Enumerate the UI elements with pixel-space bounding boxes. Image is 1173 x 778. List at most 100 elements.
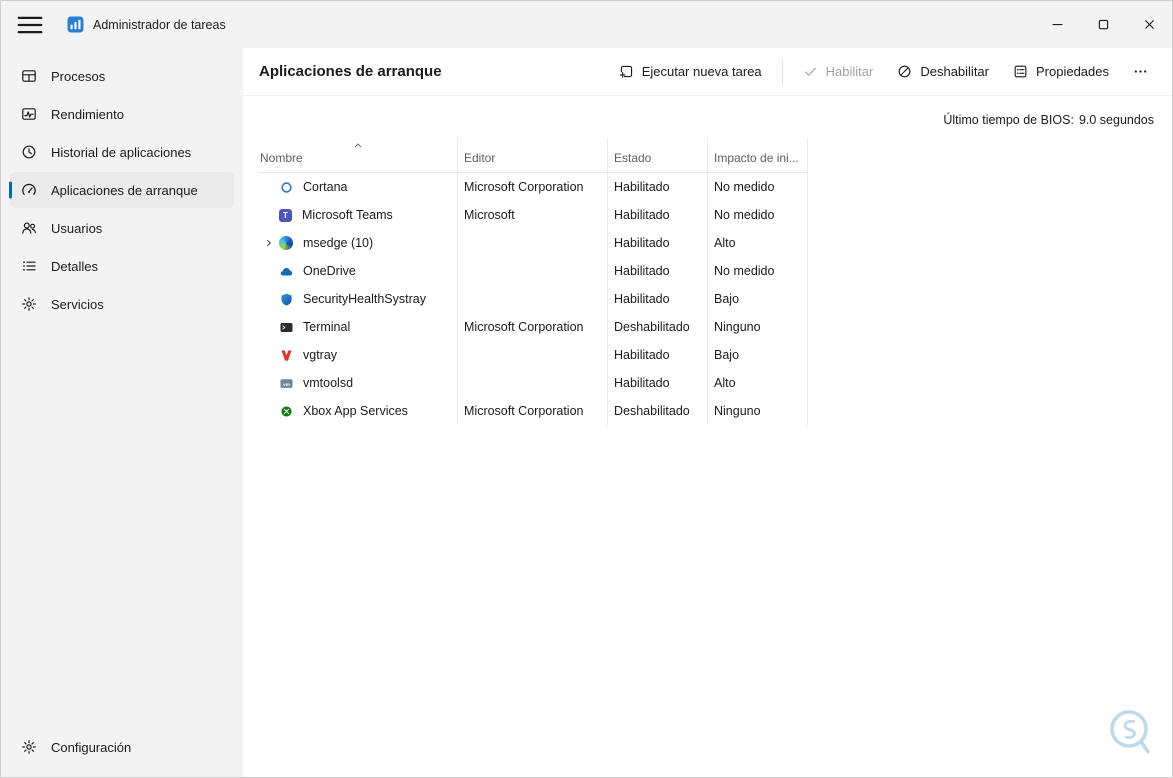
toolbar-button-label: Deshabilitar xyxy=(920,64,989,79)
table-row[interactable]: Xbox App Services Microsoft Corporation De… xyxy=(258,397,808,425)
sidebar-item-detalles[interactable]: Detalles xyxy=(10,248,234,284)
performance-icon xyxy=(21,106,37,122)
status-text: Habilitado xyxy=(614,208,670,222)
impact-text: Bajo xyxy=(714,292,740,306)
table-row[interactable]: SecurityHealthSystray Habilitado Bajo xyxy=(258,285,808,313)
table-row[interactable]: vm vmtoolsd Habilitado Alto xyxy=(258,369,808,397)
sidebar-item-servicios[interactable]: Servicios xyxy=(10,286,234,322)
sidebar-item-label: Configuración xyxy=(51,739,132,755)
cell-name: T Microsoft Teams xyxy=(258,201,458,229)
impact-text: Alto xyxy=(714,236,736,250)
cell-status: Habilitado xyxy=(608,257,708,285)
cell-name: Xbox App Services xyxy=(258,397,458,425)
table-row[interactable]: vgtray Habilitado Bajo xyxy=(258,341,808,369)
column-header-impacto[interactable]: Impacto de ini... xyxy=(708,138,808,172)
column-header-label: Impacto de ini... xyxy=(714,151,799,165)
cortana-icon xyxy=(278,179,294,195)
cell-name: SecurityHealthSystray xyxy=(258,285,458,313)
impact-text: Bajo xyxy=(714,348,740,362)
status-text: Habilitado xyxy=(614,264,670,278)
sidebar-item-label: Servicios xyxy=(51,296,104,312)
task-manager-app-icon xyxy=(67,16,84,33)
table-row[interactable]: Cortana Microsoft Corporation Habilitado No… xyxy=(258,173,808,201)
table-row[interactable]: T Microsoft Teams Microsoft Habilitado No me… xyxy=(258,201,808,229)
minimize-button[interactable] xyxy=(1034,1,1080,48)
disable-button[interactable]: Deshabilitar xyxy=(887,57,999,86)
status-text: Deshabilitado xyxy=(614,320,690,334)
settings-icon xyxy=(21,739,37,755)
maximize-icon xyxy=(1096,17,1111,32)
column-header-nombre[interactable]: Nombre xyxy=(258,138,458,172)
close-icon xyxy=(1142,17,1157,32)
properties-button[interactable]: Propiedades xyxy=(1003,57,1119,86)
cell-impact: Alto xyxy=(708,369,808,397)
app-name: Xbox App Services xyxy=(303,404,408,418)
hamburger-menu-button[interactable] xyxy=(14,10,46,40)
watermark-logo xyxy=(1102,704,1158,767)
column-header-editor[interactable]: Editor xyxy=(458,138,608,172)
maximize-button[interactable] xyxy=(1080,1,1126,48)
cell-name: vgtray xyxy=(258,341,458,369)
table-row[interactable]: OneDrive Habilitado No medido xyxy=(258,257,808,285)
sidebar-item-aplicaciones-de-arranque[interactable]: Aplicaciones de arranque xyxy=(10,172,234,208)
cell-impact: No medido xyxy=(708,173,808,201)
cell-name: vm vmtoolsd xyxy=(258,369,458,397)
column-header-estado[interactable]: Estado xyxy=(608,138,708,172)
sidebar-item-configuracion[interactable]: Configuración xyxy=(10,729,234,765)
table-row[interactable]: msedge (10) Habilitado Alto xyxy=(258,229,808,257)
sidebar-item-procesos[interactable]: Procesos xyxy=(10,58,234,94)
enable-button[interactable]: Habilitar xyxy=(793,57,884,86)
sidebar-item-rendimiento[interactable]: Rendimiento xyxy=(10,96,234,132)
cell-impact: Bajo xyxy=(708,341,808,369)
cell-name: Terminal xyxy=(258,313,458,341)
cell-editor xyxy=(458,341,608,369)
impact-text: No medido xyxy=(714,264,775,278)
table-row[interactable]: Terminal Microsoft Corporation Deshabilita… xyxy=(258,313,808,341)
cell-name: OneDrive xyxy=(258,257,458,285)
cell-status: Habilitado xyxy=(608,341,708,369)
sidebar-item-label: Historial de aplicaciones xyxy=(51,144,192,160)
app-name: SecurityHealthSystray xyxy=(303,292,426,306)
sidebar-item-usuarios[interactable]: Usuarios xyxy=(10,210,234,246)
cell-impact: Bajo xyxy=(708,285,808,313)
app-name: Cortana xyxy=(303,180,348,194)
expand-chevron-icon[interactable] xyxy=(260,235,278,251)
cell-editor: Microsoft xyxy=(458,201,608,229)
processes-icon xyxy=(21,68,37,84)
close-button[interactable] xyxy=(1126,1,1172,48)
cell-editor xyxy=(458,285,608,313)
cell-editor xyxy=(458,369,608,397)
prohibited-icon xyxy=(897,64,912,79)
toolbar-button-label: Ejecutar nueva tarea xyxy=(641,64,762,79)
cell-impact: No medido xyxy=(708,201,808,229)
check-icon xyxy=(803,64,818,79)
editor-text: Microsoft xyxy=(464,208,515,222)
cell-impact: Alto xyxy=(708,229,808,257)
cell-editor xyxy=(458,229,608,257)
status-text: Habilitado xyxy=(614,180,670,194)
app-name: OneDrive xyxy=(303,264,356,278)
toolbar-button-label: Habilitar xyxy=(825,64,874,79)
table-header: Nombre Editor Estado Impacto de ini... xyxy=(258,138,808,173)
cell-impact: Ninguno xyxy=(708,397,808,425)
app-name: msedge (10) xyxy=(303,236,374,250)
column-header-label: Nombre xyxy=(260,151,303,165)
minimize-icon xyxy=(1050,17,1065,32)
teams-icon: T xyxy=(279,208,292,222)
startup-apps-table: Nombre Editor Estado Impacto de ini... Cort… xyxy=(258,138,808,425)
toolbar-button-label: Propiedades xyxy=(1036,64,1109,79)
sidebar-item-historial-de-aplicaciones[interactable]: Historial de aplicaciones xyxy=(10,134,234,170)
cell-name: msedge (10) xyxy=(258,229,458,257)
cell-impact: Ninguno xyxy=(708,313,808,341)
status-text: Habilitado xyxy=(614,292,670,306)
cell-status: Habilitado xyxy=(608,229,708,257)
run-new-task-button[interactable]: Ejecutar nueva tarea xyxy=(609,57,772,86)
sort-ascending-icon xyxy=(352,139,364,151)
sidebar: Procesos Rendimiento Historial de aplicaci… xyxy=(1,48,243,777)
more-button[interactable] xyxy=(1123,57,1158,86)
cell-status: Deshabilitado xyxy=(608,397,708,425)
